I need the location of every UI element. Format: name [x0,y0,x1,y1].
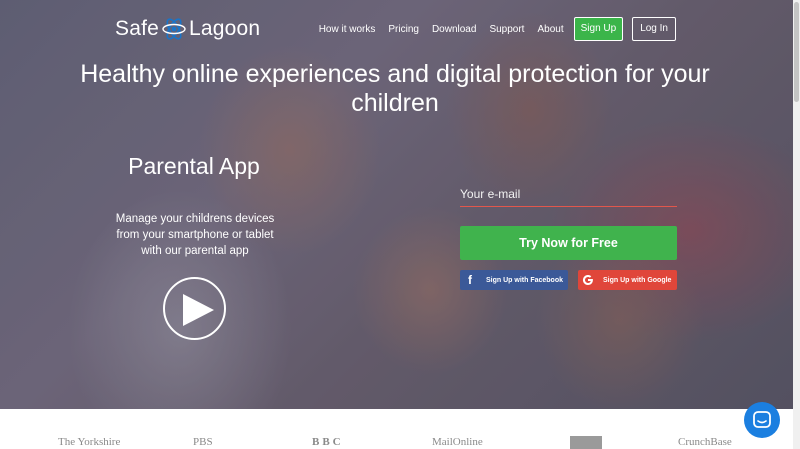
hero-section: Safe Lagoon How it works Pricing Downloa… [0,0,800,409]
chat-launcher-button[interactable] [744,402,780,438]
try-now-button[interactable]: Try Now for Free [460,226,677,260]
scrollbar-thumb[interactable] [794,2,799,102]
nav-pricing[interactable]: Pricing [388,24,419,35]
google-signup-label: Sign Up with Google [603,276,672,284]
chat-bubble-icon [753,411,771,428]
hero-headline: Healthy online experiences and digital p… [80,60,710,117]
press-logo-crunchbase: CrunchBase [678,436,732,448]
nav-support[interactable]: Support [489,24,524,35]
google-icon [578,270,598,290]
facebook-signup-button[interactable]: f Sign Up with Facebook [460,270,568,290]
press-logo-pbs: PBS [193,436,213,448]
google-signup-button[interactable]: Sign Up with Google [578,270,677,290]
nav-download[interactable]: Download [432,24,476,35]
login-button[interactable]: Log In [632,17,676,41]
nav-about[interactable]: About [537,24,563,35]
play-video-button[interactable] [163,277,226,340]
signup-button[interactable]: Sign Up [573,17,624,41]
page-scrollbar[interactable] [793,0,800,449]
atom-icon [161,16,187,42]
nav-how-it-works[interactable]: How it works [319,24,376,35]
brand-logo[interactable]: Safe Lagoon [115,16,260,42]
brand-name-right: Lagoon [189,17,261,40]
facebook-signup-label: Sign Up with Facebook [486,276,564,284]
press-logo-badge [570,436,602,449]
press-logo-bbc: BBC [312,436,344,448]
parental-app-title: Parental App [128,153,260,179]
play-icon [183,294,214,326]
press-logos-strip: The Yorkshire PBS BBC MailOnline CrunchB… [0,409,800,449]
facebook-icon: f [468,273,472,287]
press-logo-yorkshire: The Yorkshire [58,436,121,448]
top-nav: How it works Pricing Download Support Ab… [319,17,676,41]
email-input[interactable] [460,181,677,207]
parental-app-description: Manage your childrens devices from your … [115,213,275,257]
press-logo-mailonline: MailOnline [432,436,483,448]
brand-name-left: Safe [115,17,159,40]
